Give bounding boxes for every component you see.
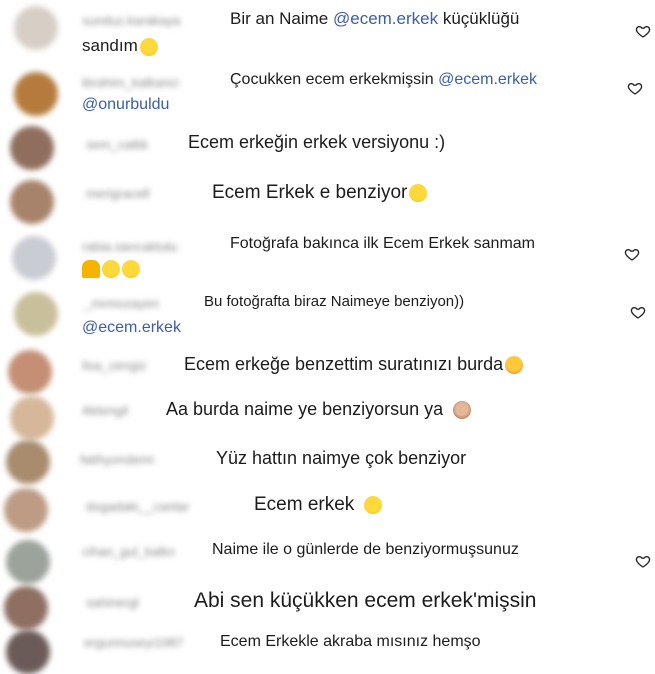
comment-text: Çocukken ecem erkekmişsin @ecem.erkek [230, 71, 538, 88]
mention-link[interactable]: @ecem.erkek [438, 71, 537, 88]
comment-item: fatihyondemi Yüz hattın naimye çok benzi… [0, 436, 655, 484]
comment-text: Ecem Erkekle akraba mısınız hemşo [220, 633, 481, 650]
grinning-sweat-emoji-icon [409, 183, 428, 202]
comment-text: Ecem erkek [254, 494, 383, 516]
comment-username[interactable]: merigracell [86, 186, 150, 201]
comment-item: Aktengil Aa burda naime ye benziyorsun y… [0, 392, 655, 440]
comment-text: Ecem erkeğe benzettim suratınızı burda [184, 354, 524, 375]
comment-username[interactable]: sunduz.karakaya [82, 13, 180, 28]
comment-item: ergunnuseyi1987 Ecem Erkekle akraba mısı… [0, 626, 655, 674]
comment-text: Bir an Naime @ecem.erkek küçüklüğü [230, 9, 520, 28]
comment-item: _mrmozayen Bu fotoğrafta biraz Naimeye b… [0, 288, 655, 344]
grinning-sweat-emoji-icon [139, 37, 158, 56]
comment-item: ibrahim_kalkanci Çocukken ecem erkekmişs… [0, 66, 655, 120]
heart-outline-icon[interactable] [627, 80, 643, 96]
comment-text: Ecem Erkek e benziyor [212, 182, 428, 204]
smiling-hearts-emoji-icon [505, 356, 524, 375]
comment-username[interactable]: sahinergl [86, 595, 139, 610]
comment-username[interactable]: _mrmozayen [84, 296, 159, 311]
comment-username[interactable]: fatihyondemi [80, 452, 154, 467]
avatar[interactable] [10, 180, 54, 224]
heart-outline-icon[interactable] [635, 553, 651, 569]
comment-username[interactable]: lisa_cengiz [82, 358, 146, 373]
comment-item: cihan_gul_kalkn Naime ile o günlerde de … [0, 532, 655, 586]
mention-link[interactable]: @ecem.erkek [333, 9, 438, 28]
comment-text: Ecem erkeğin erkek versiyonu :) [188, 132, 446, 152]
grinning-sweat-emoji-icon [122, 260, 140, 278]
comment-text: Naime ile o günlerde de benziyormuşsunuz [212, 541, 519, 558]
comment-item: sem_catkk Ecem erkeğin erkek versiyonu :… [0, 120, 655, 170]
comment-text-line2: sandım [82, 36, 158, 56]
comment-item: merigracell Ecem Erkek e benziyor [0, 170, 655, 230]
grinning-sweat-emoji-icon [102, 260, 120, 278]
comment-emojis [80, 260, 140, 278]
comment-item: sahinergl Abi sen küçükken ecem erkek'mi… [0, 586, 655, 630]
comment-text: Fotoğrafa bakınca ilk Ecem Erkek sanmam [230, 235, 536, 252]
comment-username[interactable]: sem_catkk [86, 137, 148, 152]
comment-username[interactable]: dogadaki__cantar [86, 499, 189, 514]
comment-text: Abi sen küçükken ecem erkek'mişsin [194, 589, 537, 612]
avatar[interactable] [8, 350, 52, 394]
comment-item: rabia.sancaktutu Fotoğrafa bakınca ilk E… [0, 230, 655, 288]
avatar[interactable] [14, 6, 58, 50]
avatar[interactable] [6, 630, 50, 674]
heart-outline-icon[interactable] [635, 23, 651, 39]
avatar[interactable] [10, 396, 54, 440]
avatar[interactable] [12, 236, 56, 280]
person-emoji-icon [82, 260, 100, 278]
avatar[interactable] [6, 440, 50, 484]
comment-username[interactable]: ergunnuseyi1987 [84, 635, 184, 650]
comment-username[interactable]: rabia.sancaktutu [82, 239, 177, 254]
see-no-evil-monkey-icon [453, 401, 472, 420]
heart-outline-icon[interactable] [630, 304, 646, 320]
comment-username[interactable]: cihan_gul_kalkn [82, 544, 175, 559]
comment-item: sunduz.karakaya Bir an Naime @ecem.erkek… [0, 0, 655, 66]
comment-username[interactable]: Aktengil [82, 403, 128, 418]
avatar[interactable] [10, 126, 54, 170]
avatar[interactable] [4, 586, 48, 630]
comment-username[interactable]: ibrahim_kalkanci [82, 75, 179, 90]
comment-item: dogadaki__cantar Ecem erkek [0, 482, 655, 532]
avatar[interactable] [4, 488, 48, 532]
heart-outline-icon[interactable] [624, 246, 640, 262]
mention-link[interactable]: @ecem.erkek [82, 319, 181, 337]
astonished-face-icon [364, 495, 383, 514]
comment-item: lisa_cengiz Ecem erkeğe benzettim suratı… [0, 344, 655, 394]
avatar[interactable] [6, 540, 50, 584]
avatar[interactable] [14, 292, 58, 336]
comment-text: Bu fotoğrafta biraz Naimeye benziyon)) [204, 293, 465, 310]
avatar[interactable] [14, 72, 58, 116]
comment-text: Aa burda naime ye benziyorsun ya [166, 399, 472, 420]
mention-link[interactable]: @onurbuldu [82, 96, 169, 114]
comment-text: Yüz hattın naimye çok benziyor [216, 448, 467, 468]
